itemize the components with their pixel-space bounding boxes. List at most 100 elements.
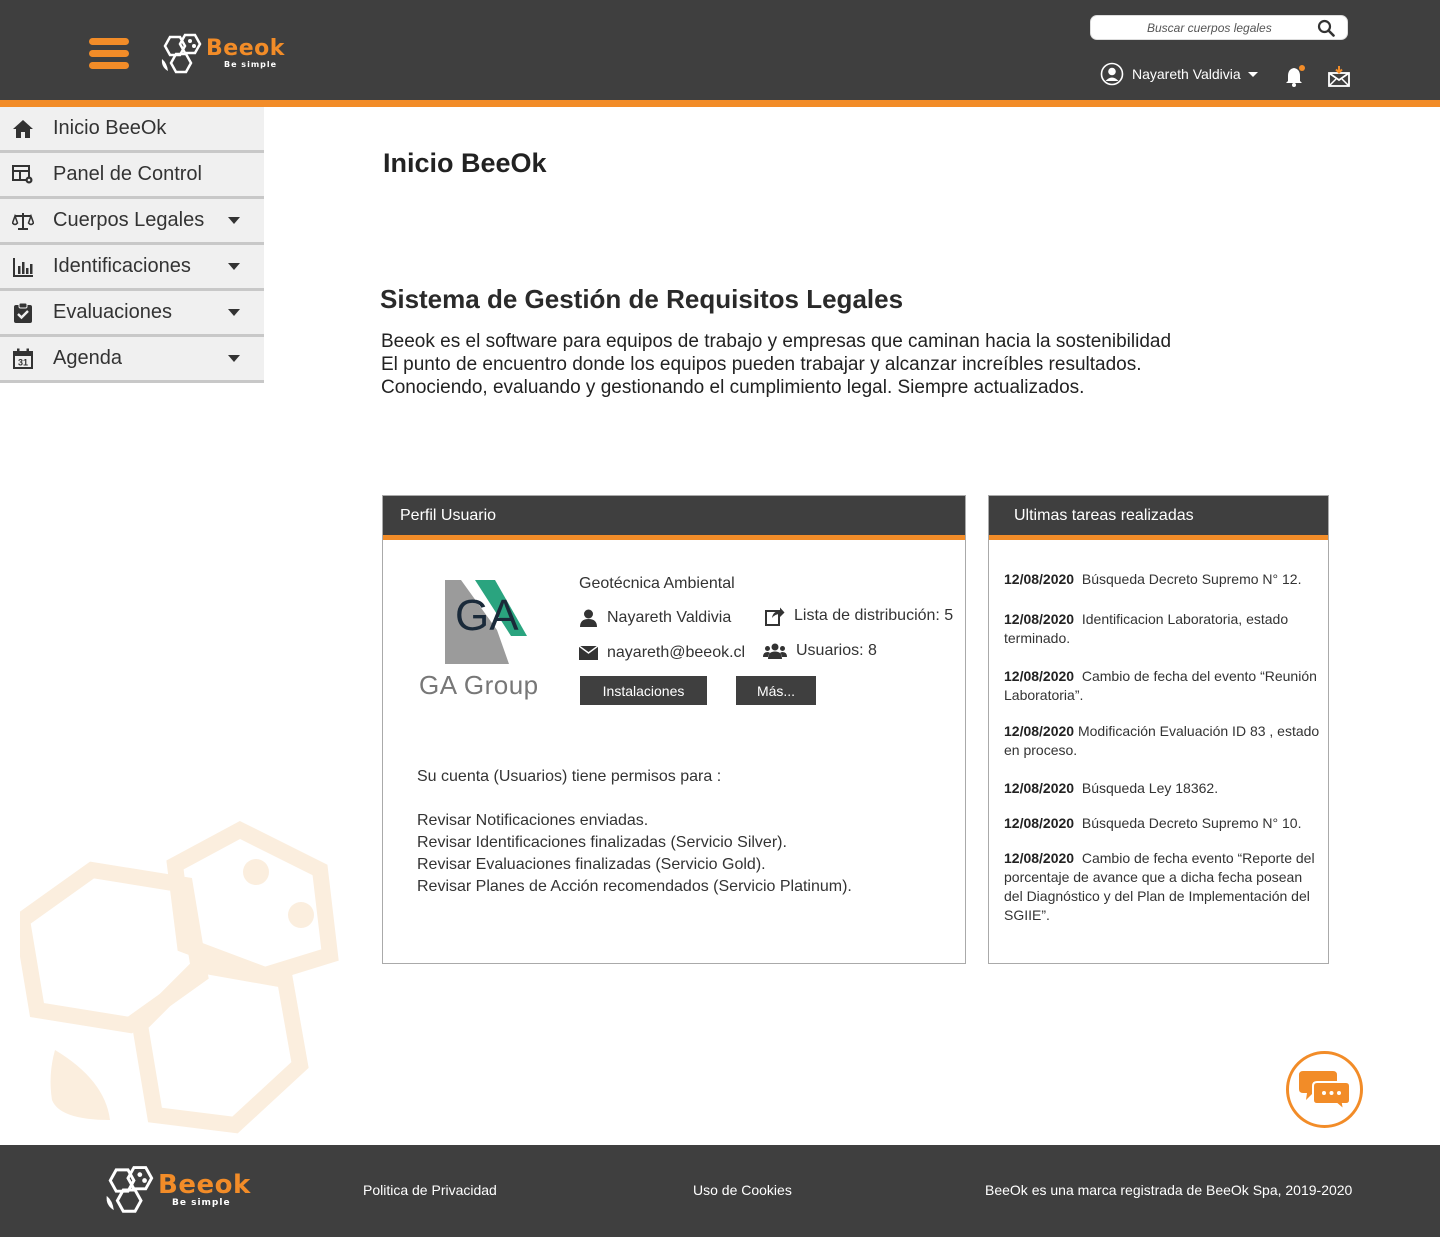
profile-card-header: Perfil Usuario <box>383 496 965 540</box>
sidebar-item-label: Evaluaciones <box>53 301 172 323</box>
header-accent-bar <box>0 100 1440 107</box>
dashboard-icon <box>12 164 34 186</box>
chevron-down-icon[interactable] <box>228 309 240 316</box>
users-count: Usuarios: 8 <box>796 642 877 659</box>
users-row[interactable]: Usuarios: 8 <box>763 642 877 660</box>
calendar-icon: 31 <box>12 348 34 370</box>
tasks-card-title: Ultimas tareas realizadas <box>1014 506 1194 524</box>
sidebar-item-agenda[interactable]: 31 Agenda <box>0 337 264 383</box>
chevron-down-icon[interactable] <box>228 217 240 224</box>
beeok-hexagon-icon <box>106 1166 154 1213</box>
task-text: Búsqueda Decreto Supremo N° 12. <box>1081 571 1302 587</box>
bell-icon[interactable] <box>1283 64 1307 88</box>
intro-line: El punto de encuentro donde los equipos … <box>381 354 1142 375</box>
distribution-list-count: Lista de distribución: 5 <box>794 607 954 624</box>
envelope-icon <box>579 646 598 660</box>
chevron-down-icon[interactable] <box>228 263 240 270</box>
sidebar: Inicio BeeOk Panel de Control Cuerpos Le… <box>0 107 264 383</box>
bar-chart-icon <box>12 256 34 278</box>
company-logo: GA GA Group <box>417 578 547 700</box>
installations-button[interactable]: Instalaciones <box>580 676 707 705</box>
ga-logo-graphic: GA <box>445 580 527 664</box>
permission-item: Revisar Notificaciones enviadas. <box>417 812 649 829</box>
top-header: Beeok Be simple Nayareth Valdivia <box>0 0 1440 100</box>
logo-text: GA Group <box>419 670 539 700</box>
person-icon <box>579 609 598 627</box>
task-item: 12/08/2020 Búsqueda Decreto Supremo N° 1… <box>1004 570 1324 589</box>
home-icon <box>12 118 34 140</box>
permissions-intro: Su cuenta (Usuarios) tiene permisos para… <box>417 768 722 785</box>
permission-item: Revisar Planes de Acción recomendados (S… <box>417 878 852 895</box>
cookies-link[interactable]: Uso de Cookies <box>693 1182 792 1198</box>
beeok-hexagon-icon <box>161 33 202 74</box>
profile-user-row: Nayareth Valdivia <box>579 609 731 627</box>
sidebar-item-label: Panel de Control <box>53 163 202 185</box>
task-date: 12/08/2020 <box>1004 815 1075 831</box>
user-menu[interactable]: Nayareth Valdivia <box>1100 62 1258 86</box>
profile-card: Perfil Usuario GA GA Group Geotécnica Am… <box>382 495 966 964</box>
chat-icon <box>1298 1070 1351 1111</box>
intro-line: Conociendo, evaluando y gestionando el c… <box>381 377 1085 398</box>
more-button[interactable]: Más... <box>736 676 816 705</box>
calendar-day: 31 <box>18 357 28 367</box>
task-date: 12/08/2020 <box>1004 611 1075 627</box>
footer: Beeok Be simple Politica de Privacidad U… <box>0 1145 1440 1237</box>
sidebar-item-identificaciones[interactable]: Identificaciones <box>0 245 264 291</box>
task-item: 12/08/2020 Cambio de fecha evento “Repor… <box>1004 849 1324 925</box>
recent-tasks-card: Ultimas tareas realizadas 12/08/2020 Bús… <box>988 495 1329 964</box>
brand-tagline: Be simple <box>224 60 278 69</box>
permission-item: Revisar Evaluaciones finalizadas (Servic… <box>417 856 766 873</box>
menu-icon[interactable] <box>89 38 129 70</box>
brand-name: Beeok <box>206 36 285 61</box>
users-group-icon <box>763 643 787 659</box>
chevron-down-icon[interactable] <box>228 355 240 362</box>
profile-email: nayareth@beeok.cl <box>607 644 746 661</box>
profile-card-title: Perfil Usuario <box>400 506 497 524</box>
search-box <box>1090 15 1348 40</box>
permissions-block: Su cuenta (Usuarios) tiene permisos para… <box>417 766 852 898</box>
page-title: Inicio BeeOk <box>383 148 547 178</box>
user-icon <box>1100 62 1124 86</box>
task-item: 12/08/2020 Modificación Evaluación ID 83… <box>1004 722 1324 760</box>
permission-item: Revisar Identificaciones finalizadas (Se… <box>417 834 787 851</box>
share-icon <box>765 606 785 626</box>
task-date: 12/08/2020 <box>1004 780 1075 796</box>
sidebar-item-label: Agenda <box>53 347 122 369</box>
intro-text: Beeok es el software para equipos de tra… <box>381 330 1171 399</box>
task-item: 12/08/2020 Cambio de fecha del evento “R… <box>1004 667 1324 705</box>
distribution-list-row[interactable]: Lista de distribución: 5 <box>765 606 953 626</box>
task-date: 12/08/2020 <box>1004 723 1075 739</box>
intro-line: Beeok es el software para equipos de tra… <box>381 331 1172 352</box>
scale-icon <box>12 210 34 232</box>
mail-icon[interactable] <box>1328 65 1350 87</box>
search-icon[interactable] <box>1317 19 1335 37</box>
sidebar-item-label: Inicio BeeOk <box>53 117 167 139</box>
tasks-card-header: Ultimas tareas realizadas <box>989 496 1328 540</box>
task-date: 12/08/2020 <box>1004 668 1075 684</box>
profile-user-name: Nayareth Valdivia <box>607 609 732 626</box>
sidebar-item-cuerpos-legales[interactable]: Cuerpos Legales <box>0 199 264 245</box>
privacy-policy-link[interactable]: Politica de Privacidad <box>363 1182 497 1198</box>
sidebar-item-label: Identificaciones <box>53 255 191 277</box>
task-date: 12/08/2020 <box>1004 850 1075 866</box>
search-input[interactable] <box>1091 16 1311 39</box>
task-item: 12/08/2020 Búsqueda Ley 18362. <box>1004 779 1324 798</box>
footer-brand-tagline: Be simple <box>172 1197 231 1208</box>
logo-letters: GA <box>455 591 519 640</box>
intro-title: Sistema de Gestión de Requisitos Legales <box>380 284 904 314</box>
copyright-text: BeeOk es una marca registrada de BeeOk S… <box>985 1182 1353 1198</box>
task-item: 12/08/2020 Identificacion Laboratoria, e… <box>1004 610 1324 648</box>
task-date: 12/08/2020 <box>1004 571 1075 587</box>
company-name: Geotécnica Ambiental <box>579 575 735 592</box>
sidebar-item-panel[interactable]: Panel de Control <box>0 153 264 199</box>
task-text: Búsqueda Ley 18362. <box>1081 780 1219 796</box>
chat-button[interactable] <box>1286 1051 1363 1128</box>
sidebar-item-inicio[interactable]: Inicio BeeOk <box>0 107 264 153</box>
profile-email-row: nayareth@beeok.cl <box>579 644 745 662</box>
footer-logo[interactable]: Beeok Be simple <box>102 1165 251 1215</box>
honeycomb-decoration <box>20 820 339 1134</box>
sidebar-item-evaluaciones[interactable]: Evaluaciones <box>0 291 264 337</box>
header-logo[interactable]: Beeok Be simple <box>158 33 285 75</box>
task-item: 12/08/2020 Búsqueda Decreto Supremo N° 1… <box>1004 814 1324 833</box>
footer-brand-name: Beeok <box>158 1169 251 1200</box>
